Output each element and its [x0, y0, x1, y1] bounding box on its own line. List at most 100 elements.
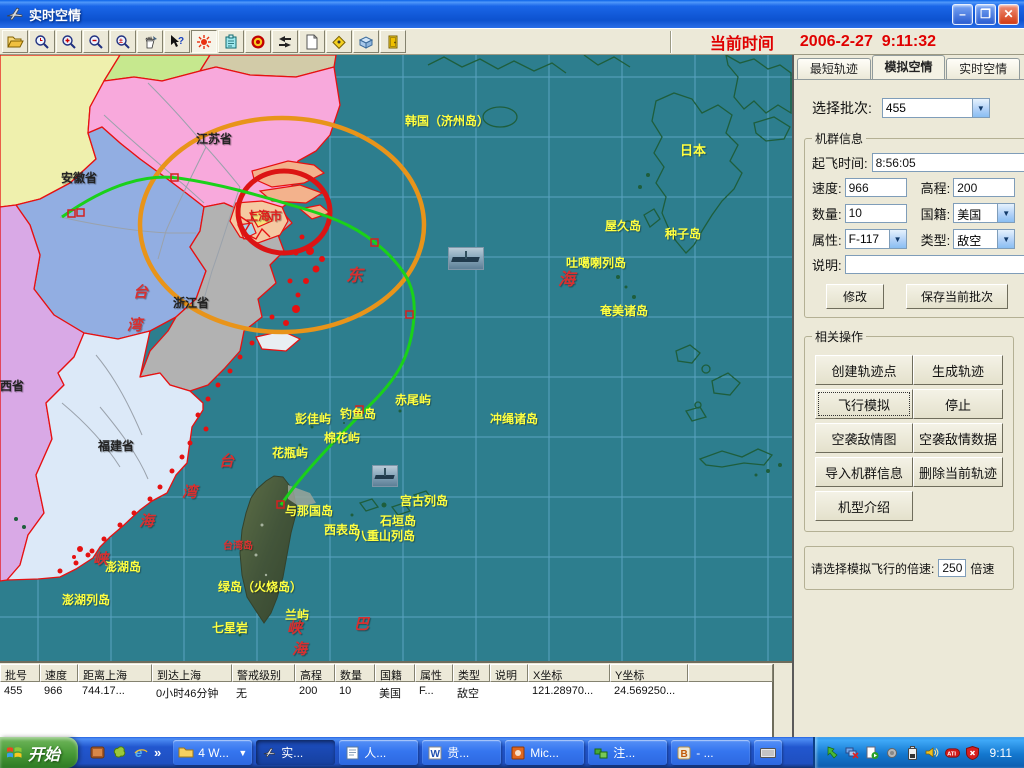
svg-text:W: W: [431, 749, 441, 760]
tab-simulated-air[interactable]: 模拟空情: [872, 55, 946, 79]
tray-network-error-icon[interactable]: [845, 745, 860, 760]
table-header-cell[interactable]: 国籍: [375, 664, 415, 682]
table-header-cell[interactable]: 速度: [40, 664, 78, 682]
package-box-icon[interactable]: [353, 30, 379, 53]
svg-text:ATI: ATI: [947, 751, 956, 757]
tray-battery-icon[interactable]: [905, 745, 920, 760]
minimize-button[interactable]: –: [952, 4, 973, 25]
table-header-cell[interactable]: 数量: [335, 664, 375, 682]
chevron-down-icon[interactable]: ▼: [997, 230, 1014, 248]
taskbar-button-keyboard[interactable]: [754, 740, 782, 765]
taskbar-button-register-app[interactable]: 注...: [588, 740, 667, 765]
quicklaunch-ie-icon[interactable]: e: [132, 744, 150, 762]
operation-button[interactable]: 停止: [913, 389, 1003, 419]
table-header-cell[interactable]: 属性: [415, 664, 453, 682]
modify-button[interactable]: 修改: [826, 284, 884, 309]
table-cell: 0小时46分钟: [152, 684, 232, 700]
zoom-out-icon[interactable]: [83, 30, 109, 53]
operation-button[interactable]: 空袭敌情图: [815, 423, 913, 453]
table-cell: 200: [295, 684, 335, 700]
operation-button[interactable]: 空袭敌情数据: [913, 423, 1003, 453]
tab-shortest-track[interactable]: 最短轨迹: [797, 58, 871, 79]
side-panel: 最短轨迹 模拟空情 实时空情 选择批次: 455 ▼ 机群信息 起飞时间: 速度…: [792, 55, 1024, 737]
operation-button[interactable]: 删除当前轨迹: [913, 457, 1003, 487]
warning-diamond-icon[interactable]: [326, 30, 352, 53]
taskbar-button-air-situation[interactable]: 实...: [256, 740, 335, 765]
taskbar-button-document[interactable]: 人...: [339, 740, 418, 765]
type-select[interactable]: 敌空 ▼: [953, 229, 1015, 249]
map-graphics: [0, 55, 792, 661]
taskbar-button-explorer-group[interactable]: 4 W... ▼: [173, 740, 252, 765]
altitude-field[interactable]: [953, 178, 1015, 197]
operation-button[interactable]: 导入机群信息: [815, 457, 913, 487]
speed-field[interactable]: [845, 178, 907, 197]
type-label: 类型:: [921, 230, 951, 249]
table-header-cell[interactable]: 类型: [453, 664, 490, 682]
quicklaunch-overflow-chevron[interactable]: »: [154, 745, 161, 760]
operation-button[interactable]: 机型介绍: [815, 491, 913, 521]
new-document-icon[interactable]: [299, 30, 325, 53]
table-header-cell[interactable]: 说明: [490, 664, 528, 682]
table-header-cell[interactable]: 批号: [0, 664, 40, 682]
windows-logo-icon: [6, 744, 23, 761]
quicklaunch-messenger-icon[interactable]: [110, 744, 128, 762]
table-cell: 24.569250...: [610, 684, 688, 700]
table-header-cell[interactable]: Y坐标: [610, 664, 688, 682]
table-header-cell[interactable]: 到达上海: [152, 664, 232, 682]
sun-refresh-icon[interactable]: [191, 30, 217, 53]
tray-task-play-icon[interactable]: [865, 745, 880, 760]
map-canvas[interactable]: 韩国（济州岛）日本屋久岛种子岛吐噶喇列岛奄美诸岛冲绳诸岛赤尾屿钓鱼岛彭佳屿棉花屿…: [0, 55, 792, 661]
description-field[interactable]: [845, 255, 1024, 274]
quantity-field[interactable]: [845, 204, 907, 223]
swap-arrows-icon[interactable]: [272, 30, 298, 53]
flight-table[interactable]: 批号速度距离上海到达上海警戒级别高程数量国籍属性类型说明X坐标Y坐标 45596…: [0, 664, 774, 738]
tray-ati-icon[interactable]: ATI: [945, 745, 960, 760]
help-pointer-icon[interactable]: ?: [164, 30, 190, 53]
nation-select[interactable]: 美国 ▼: [953, 203, 1015, 223]
tab-realtime-air[interactable]: 实时空情: [946, 58, 1020, 79]
table-header-cell[interactable]: [688, 664, 773, 682]
chevron-down-icon[interactable]: ▼: [972, 99, 989, 117]
airplane-app-icon: [5, 5, 25, 23]
table-cell: 美国: [375, 684, 415, 700]
zoom-in-icon[interactable]: [56, 30, 82, 53]
table-header-cell[interactable]: 距离上海: [78, 664, 152, 682]
table-cell: [688, 684, 773, 700]
taskbar-button-label: 贵...: [447, 744, 469, 761]
tray-security-alert-icon[interactable]: [965, 745, 980, 760]
nation-select-value: 美国: [954, 204, 997, 222]
operation-button[interactable]: 创建轨迹点: [815, 355, 913, 385]
speed-multiplier-field[interactable]: [938, 559, 966, 577]
tray-volume-icon[interactable]: [925, 745, 940, 760]
table-header-cell[interactable]: 高程: [295, 664, 335, 682]
taskbar-button-word-doc[interactable]: W 贵...: [422, 740, 501, 765]
tray-download-icon[interactable]: [825, 745, 840, 760]
table-cell: 无: [232, 684, 295, 700]
takeoff-time-field[interactable]: [872, 153, 1024, 172]
zoom-extent-icon[interactable]: ±: [110, 30, 136, 53]
alarm-target-icon[interactable]: [245, 30, 271, 53]
current-time-value: 2006-2-27 9:11:32: [800, 33, 936, 51]
quicklaunch-app-icon[interactable]: [88, 744, 106, 762]
tray-volume-alt-icon[interactable]: [885, 745, 900, 760]
exit-door-icon[interactable]: [380, 30, 406, 53]
batch-select[interactable]: 455 ▼: [882, 98, 990, 118]
chart-board-icon[interactable]: [218, 30, 244, 53]
taskbar-button-b-app[interactable]: B - ...: [671, 740, 750, 765]
close-button[interactable]: ✕: [998, 4, 1019, 25]
save-batch-button[interactable]: 保存当前批次: [906, 284, 1008, 309]
maximize-button[interactable]: ❐: [975, 4, 996, 25]
zoom-history-icon[interactable]: [29, 30, 55, 53]
table-header-cell[interactable]: X坐标: [528, 664, 610, 682]
attribute-select[interactable]: F-117 ▼: [845, 229, 907, 249]
open-folder-icon[interactable]: [2, 30, 28, 53]
table-header-cell[interactable]: 警戒级别: [232, 664, 295, 682]
taskbar-button-microsoft-app[interactable]: Mic...: [505, 740, 584, 765]
start-button[interactable]: 开始: [0, 737, 78, 768]
operation-button[interactable]: 生成轨迹: [913, 355, 1003, 385]
chevron-down-icon[interactable]: ▼: [997, 204, 1014, 222]
operation-button[interactable]: 飞行模拟: [815, 389, 913, 419]
taskbar-button-label: Mic...: [530, 746, 559, 760]
pan-hand-icon[interactable]: [137, 30, 163, 53]
chevron-down-icon[interactable]: ▼: [889, 230, 906, 248]
